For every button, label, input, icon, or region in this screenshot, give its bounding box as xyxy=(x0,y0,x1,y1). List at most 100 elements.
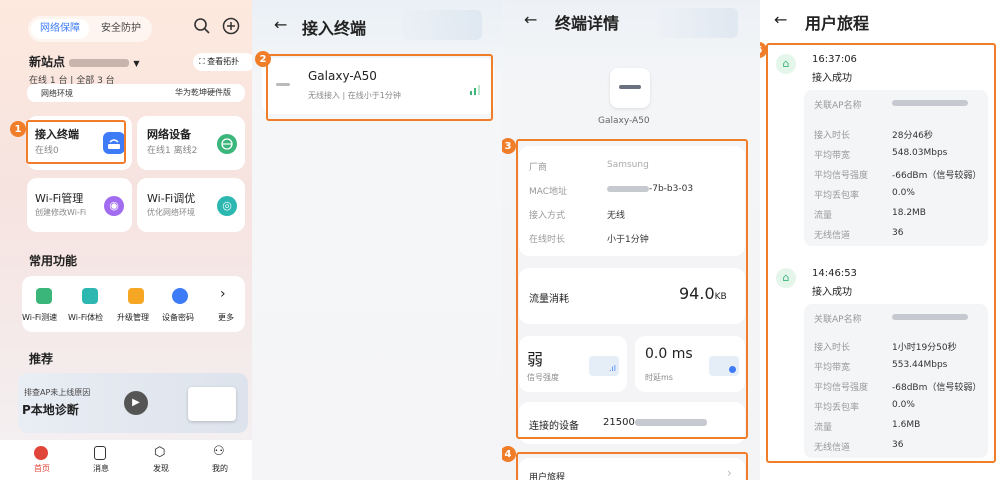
row-label: 平均信号强度 xyxy=(814,171,869,181)
back-arrow-icon[interactable]: ← xyxy=(774,10,787,29)
more-chevron-icon[interactable]: › xyxy=(220,286,226,302)
row-label: 平均丢包率 xyxy=(814,191,860,201)
router-icon: ⌂ xyxy=(776,268,796,288)
event-detail-card: 关联AP名称 接入时长 28分46秒 平均带宽 548.03Mbps 平均信号强… xyxy=(804,90,988,246)
message-icon[interactable] xyxy=(94,446,106,460)
wifi-manage-title: Wi-Fi管理 xyxy=(35,192,84,205)
add-icon[interactable] xyxy=(222,17,240,35)
bottom-nav: 首页 消息 ⬡ 发现 ⚇ 我的 xyxy=(0,440,252,480)
wifi-manage-sub: 创建修改Wi-Fi xyxy=(35,208,87,217)
highlight-box-2 xyxy=(266,54,493,121)
recommend-line2: P本地诊断 xyxy=(22,403,79,417)
common-functions-title: 常用功能 xyxy=(29,254,78,268)
topology-icon: ⛶ xyxy=(199,57,205,66)
wifi-tune-title: Wi-Fi调优 xyxy=(147,192,196,205)
speedtest-icon[interactable] xyxy=(36,288,52,304)
discover-icon[interactable]: ⬡ xyxy=(154,445,165,460)
recommend-title: 推荐 xyxy=(29,352,54,366)
nav-discover[interactable]: 发现 xyxy=(153,463,169,474)
recommend-card[interactable]: 排查AP未上线原因 P本地诊断 ▶ xyxy=(18,373,248,433)
back-arrow-icon[interactable]: ← xyxy=(524,10,537,29)
terminal-detail-screen: ← 终端详情 Galaxy-A50 厂商 Samsung MAC地址 -7b-b… xyxy=(502,0,760,480)
common-item-speedtest[interactable]: Wi-Fi测速 xyxy=(22,312,57,323)
back-arrow-icon[interactable]: ← xyxy=(274,15,287,34)
network-device-card[interactable]: 网络设备 在线1 离线2 xyxy=(137,116,245,170)
wifi-manage-card[interactable]: Wi-Fi管理 创建修改Wi-Fi ◉ xyxy=(27,178,132,232)
router-icon: ⌂ xyxy=(776,54,796,74)
user-journey-screen: ← 用户旅程 5 ⌂ 16:37:06 接入成功 关联AP名称 接入时长 28分… xyxy=(760,0,997,480)
wifi-icon: ◉ xyxy=(104,196,124,216)
event-status: 接入成功 xyxy=(812,73,852,84)
event-1: ⌂ 16:37:06 接入成功 关联AP名称 接入时长 28分46秒 平均带宽 … xyxy=(770,48,994,248)
highlight-box-3 xyxy=(516,139,748,439)
event-2: ⌂ 14:46:53 接入成功 关联AP名称 接入时长 1小时19分50秒 平均… xyxy=(770,262,994,462)
row-value: 1小时19分50秒 xyxy=(892,343,957,353)
wifi-tune-card[interactable]: Wi-Fi调优 优化网络环境 ◎ xyxy=(137,178,245,232)
globe-icon xyxy=(217,134,237,154)
firmware-label: 华为乾坤硬件版 xyxy=(175,88,231,97)
tab-bar: 网络保障 安全防护 xyxy=(28,16,152,42)
site-name-label: 新站点 xyxy=(29,55,66,69)
nav-home[interactable]: 首页 xyxy=(34,463,50,474)
row-value: 553.44Mbps xyxy=(892,360,948,370)
device-avatar xyxy=(610,68,650,108)
common-item-password[interactable]: 设备密码 xyxy=(162,312,194,323)
wifi-check-icon[interactable] xyxy=(82,288,98,304)
row-label: 关联AP名称 xyxy=(814,315,862,325)
recommend-line1: 排查AP未上线原因 xyxy=(24,388,91,397)
tab-network-guarantee[interactable]: 网络保障 xyxy=(31,19,89,39)
highlight-box-4 xyxy=(516,452,748,480)
view-topology-label: 查看拓扑 xyxy=(207,57,240,66)
upgrade-icon[interactable] xyxy=(128,288,144,304)
event-status: 接入成功 xyxy=(812,287,852,298)
page-title: 用户旅程 xyxy=(805,14,870,33)
row-value: -68dBm（信号较弱） xyxy=(892,383,982,393)
row-value: 1.6MB xyxy=(892,420,921,430)
highlight-box-1 xyxy=(26,120,126,164)
site-name-redacted xyxy=(69,58,130,67)
view-topology-button[interactable]: ⛶ 查看拓扑 xyxy=(193,53,252,71)
badge-3: 3 xyxy=(502,138,516,154)
tab-security[interactable]: 安全防护 xyxy=(94,19,148,39)
badge-4: 4 xyxy=(502,446,516,462)
optimize-icon: ◎ xyxy=(217,196,237,216)
row-label: 平均带宽 xyxy=(814,151,851,161)
decor-image xyxy=(658,8,738,38)
row-label: 无线信道 xyxy=(814,231,851,241)
decor-image xyxy=(402,10,482,40)
network-device-sub: 在线1 离线2 xyxy=(147,146,198,156)
site-name[interactable]: 新站点 ▼ xyxy=(29,53,140,70)
ap-device-image xyxy=(188,387,236,421)
page-title: 接入终端 xyxy=(302,19,367,38)
row-value: 28分46秒 xyxy=(892,131,933,141)
row-value: 548.03Mbps xyxy=(892,148,948,158)
row-label: 流量 xyxy=(814,423,833,433)
profile-icon[interactable]: ⚇ xyxy=(213,444,225,459)
network-device-title: 网络设备 xyxy=(147,128,191,141)
row-label: 平均信号强度 xyxy=(814,383,869,393)
event-time: 14:46:53 xyxy=(812,268,857,279)
wifi-tune-sub: 优化网络环境 xyxy=(147,208,195,217)
common-item-upgrade[interactable]: 升级管理 xyxy=(117,312,149,323)
page-title: 终端详情 xyxy=(555,14,620,33)
device-password-icon[interactable] xyxy=(172,288,188,304)
common-item-wifi-check[interactable]: Wi-Fi体检 xyxy=(68,312,103,323)
home-screen: 网络保障 安全防护 新站点 ▼ 在线 1 台 | 全部 3 台 ⛶ 查看拓扑 网… xyxy=(0,0,252,480)
row-value: 36 xyxy=(892,228,904,238)
row-label: 接入时长 xyxy=(814,343,851,353)
nav-profile[interactable]: 我的 xyxy=(212,463,228,474)
search-icon[interactable] xyxy=(193,17,211,35)
row-label: 接入时长 xyxy=(814,131,851,141)
row-label: 关联AP名称 xyxy=(814,101,862,111)
play-icon[interactable]: ▶ xyxy=(124,391,148,415)
badge-2: 2 xyxy=(255,51,271,67)
row-value: -66dBm（信号较弱） xyxy=(892,171,982,181)
common-item-more[interactable]: 更多 xyxy=(218,312,234,323)
row-value: 18.2MB xyxy=(892,208,926,218)
network-env-strip[interactable]: 网络环境 华为乾坤硬件版 xyxy=(27,84,245,102)
home-icon[interactable] xyxy=(34,446,48,460)
row-value: 0.0% xyxy=(892,400,915,410)
network-env-label: 网络环境 xyxy=(41,89,73,98)
badge-1: 1 xyxy=(10,121,26,137)
nav-message[interactable]: 消息 xyxy=(93,463,109,474)
